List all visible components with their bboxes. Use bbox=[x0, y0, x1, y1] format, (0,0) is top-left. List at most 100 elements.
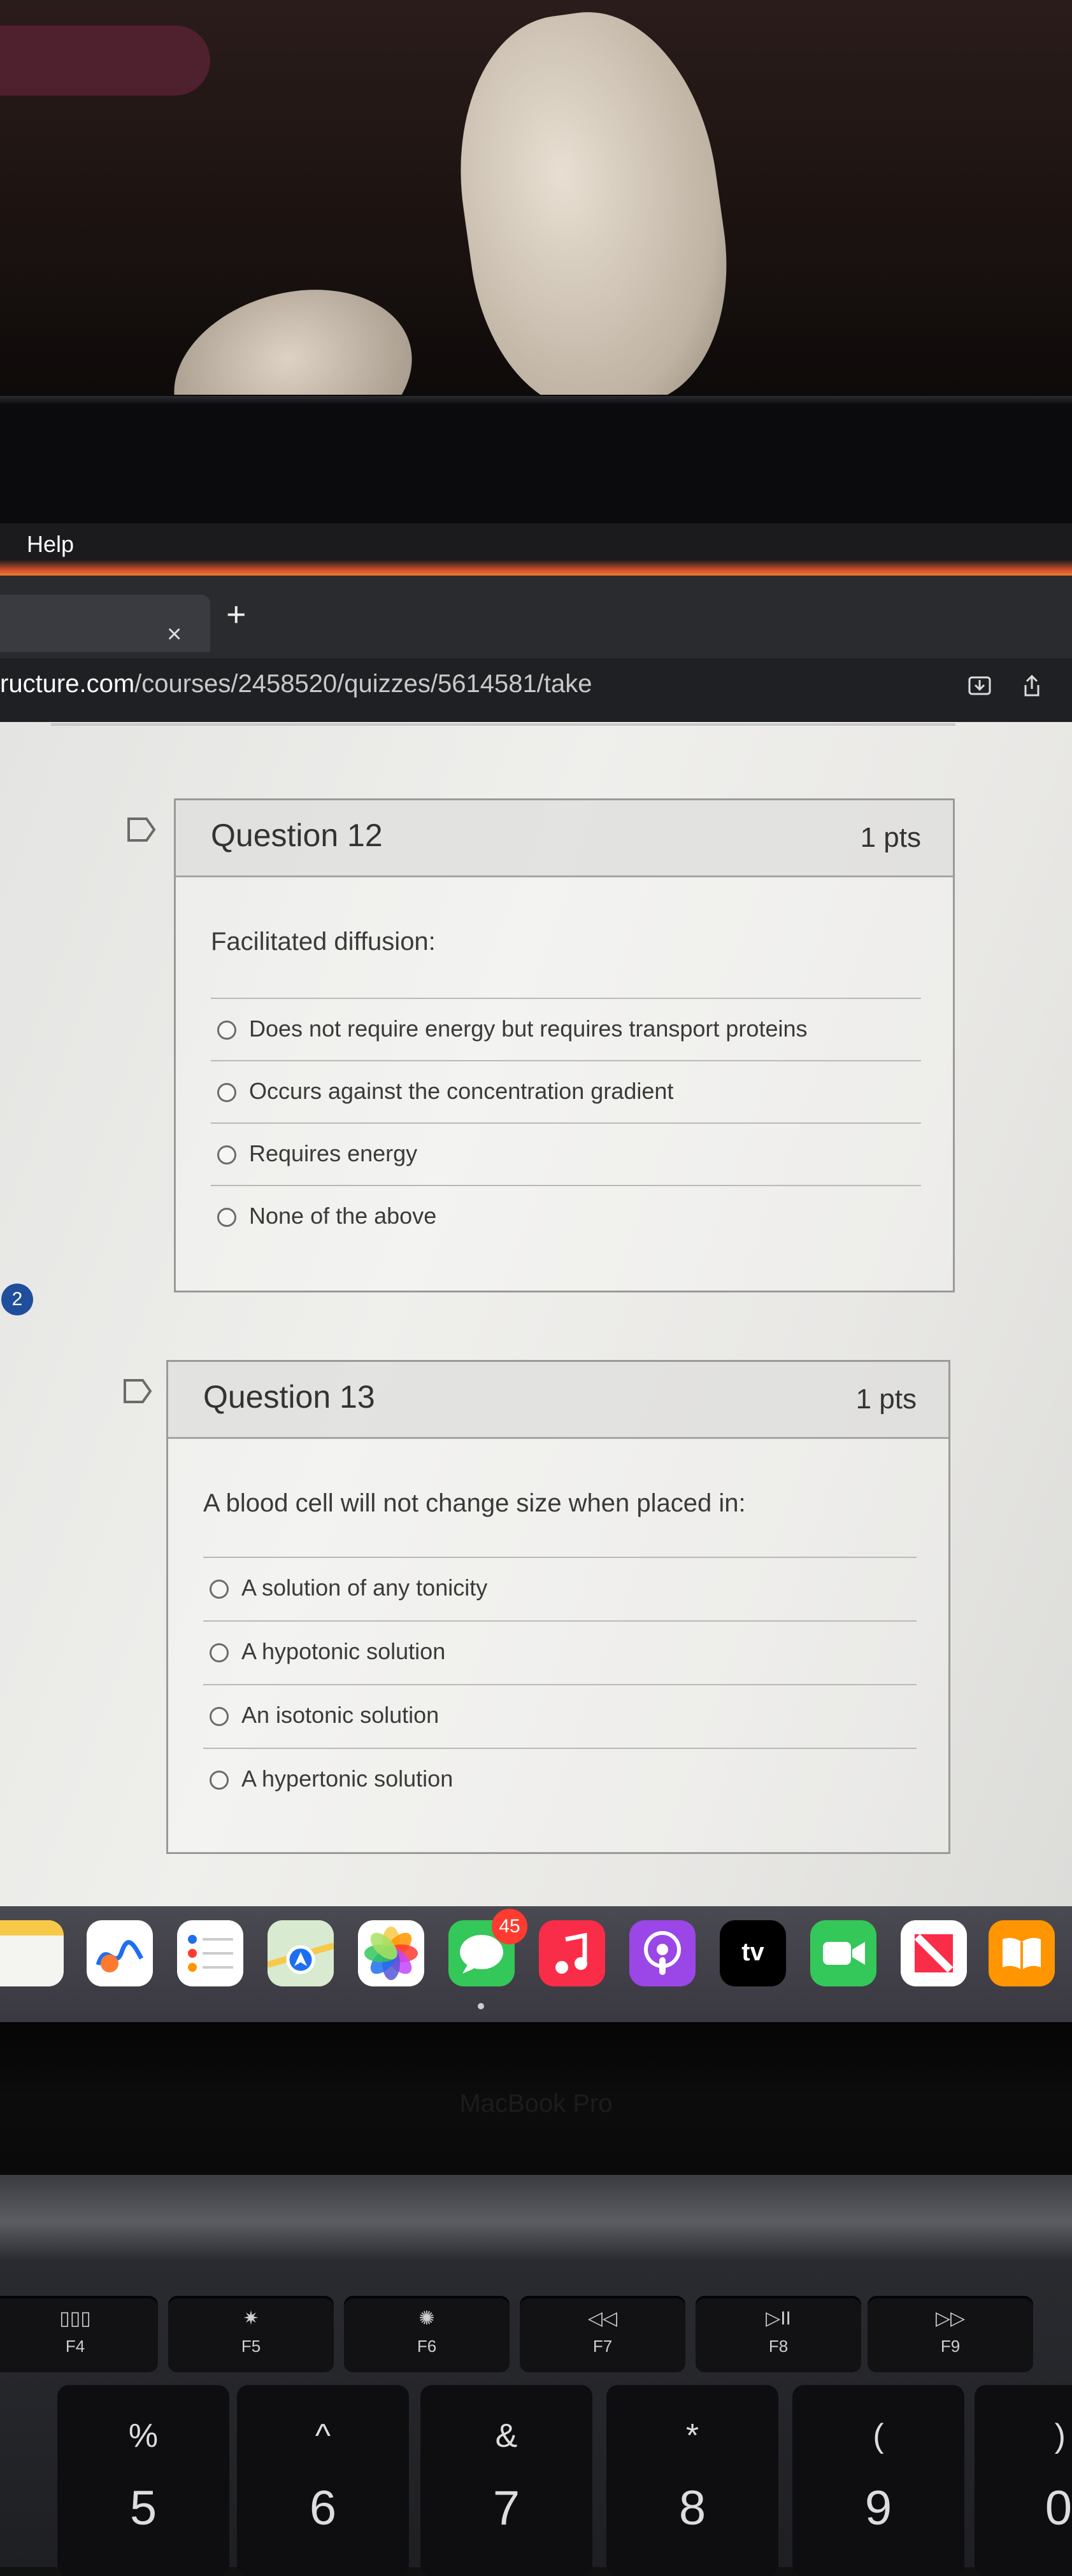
key-f9[interactable]: ▷▷ F9 bbox=[868, 2296, 1033, 2372]
question-header: Question 12 1 pts bbox=[176, 800, 953, 877]
question-card: Question 13 1 pts A blood cell will not … bbox=[166, 1360, 950, 1854]
question-points: 1 pts bbox=[860, 822, 921, 853]
key-label: F9 bbox=[940, 2337, 961, 2356]
url-domain: ructure.com bbox=[0, 670, 135, 698]
key-8[interactable]: * 8 bbox=[606, 2385, 778, 2576]
address-bar: ructure.com/courses/2458520/quizzes/5614… bbox=[0, 658, 1072, 722]
notification-badge[interactable]: 2 bbox=[1, 1284, 33, 1315]
answer-option[interactable]: Requires energy bbox=[211, 1122, 921, 1186]
flag-question-icon[interactable] bbox=[126, 816, 157, 843]
radio-button[interactable] bbox=[210, 1707, 229, 1726]
key-number: 0 bbox=[1045, 2481, 1072, 2535]
key-0[interactable]: ) 0 bbox=[975, 2385, 1072, 2576]
question-header: Question 13 1 pts bbox=[168, 1362, 948, 1439]
key-label: F5 bbox=[241, 2337, 261, 2356]
background-object bbox=[0, 25, 210, 96]
laptop-label: MacBook Pro bbox=[459, 2090, 613, 2118]
key-symbol: * bbox=[685, 2417, 699, 2454]
quiz-page: Question 12 1 pts Facilitated diffusion:… bbox=[0, 722, 1072, 1906]
reminders-icon[interactable] bbox=[177, 1920, 243, 1986]
answer-label: A solution of any tonicity bbox=[241, 1575, 488, 1601]
music-icon[interactable] bbox=[539, 1920, 605, 1986]
question-points: 1 pts bbox=[855, 1384, 917, 1415]
key-symbol: ^ bbox=[315, 2417, 331, 2454]
answer-option[interactable]: Does not require energy but requires tra… bbox=[211, 998, 921, 1061]
background-sock bbox=[154, 264, 432, 407]
key-symbol: % bbox=[128, 2417, 159, 2454]
rewind-icon: ◁◁ bbox=[587, 2308, 618, 2329]
key-f5[interactable]: ✷ F5 bbox=[168, 2296, 334, 2372]
notes-icon[interactable] bbox=[0, 1920, 64, 1986]
key-number: 8 bbox=[678, 2481, 706, 2535]
photos-icon[interactable] bbox=[358, 1920, 424, 1986]
key-f6[interactable]: ✺ F6 bbox=[344, 2296, 510, 2372]
key-6[interactable]: ^ 6 bbox=[237, 2385, 409, 2576]
answer-option[interactable]: A hypertonic solution bbox=[203, 1748, 917, 1811]
answer-label: A hypotonic solution bbox=[241, 1638, 446, 1664]
key-label: F8 bbox=[768, 2337, 789, 2356]
key-number: 9 bbox=[864, 2481, 892, 2535]
background-photo bbox=[0, 0, 1072, 407]
answer-label: Requires energy bbox=[249, 1140, 418, 1166]
running-indicator bbox=[478, 2003, 484, 2009]
laptop-chin: MacBook Pro bbox=[0, 2022, 1072, 2175]
question-title: Question 13 bbox=[203, 1379, 375, 1415]
new-tab-icon[interactable]: + bbox=[226, 595, 247, 634]
radio-button[interactable] bbox=[210, 1643, 229, 1662]
share-icon[interactable] bbox=[1019, 674, 1045, 699]
radio-button[interactable] bbox=[217, 1083, 236, 1102]
dock: 45 tv bbox=[0, 1906, 1072, 2022]
answer-label: Does not require energy but requires tra… bbox=[249, 1016, 808, 1042]
podcasts-icon[interactable] bbox=[629, 1920, 696, 1986]
key-label: F6 bbox=[417, 2337, 437, 2356]
browser-tab-bar: × + bbox=[0, 576, 1072, 658]
key-symbol: ) bbox=[1054, 2417, 1066, 2454]
key-f8[interactable]: ▷II F8 bbox=[696, 2296, 861, 2372]
freeform-icon[interactable] bbox=[87, 1920, 153, 1986]
answer-label: A hypertonic solution bbox=[241, 1766, 454, 1792]
answer-option[interactable]: An isotonic solution bbox=[203, 1684, 917, 1748]
keyboard-deck: ▯▯▯ F4 ✷ F5 ✺ F6 ◁◁ F7 ▷II F8 ▷▷ F9 % 5 … bbox=[0, 2175, 1072, 2576]
key-number: 5 bbox=[129, 2481, 157, 2535]
keyboard-brightness-up-icon: ✺ bbox=[418, 2308, 435, 2329]
key-f7[interactable]: ◁◁ F7 bbox=[520, 2296, 685, 2372]
key-label: F7 bbox=[592, 2337, 613, 2356]
answer-option[interactable]: A hypotonic solution bbox=[203, 1620, 917, 1684]
books-icon[interactable] bbox=[989, 1920, 1055, 1986]
key-symbol: ( bbox=[873, 2417, 884, 2454]
screen-bezel-edge bbox=[0, 396, 1072, 405]
play-pause-icon: ▷II bbox=[766, 2308, 791, 2329]
answer-label: Occurs against the concentration gradien… bbox=[249, 1078, 674, 1104]
answer-option[interactable]: Occurs against the concentration gradien… bbox=[211, 1060, 921, 1124]
radio-button[interactable] bbox=[217, 1021, 236, 1040]
key-9[interactable]: ( 9 bbox=[792, 2385, 964, 2576]
radio-button[interactable] bbox=[210, 1580, 229, 1599]
browser-tab[interactable]: × bbox=[0, 595, 210, 652]
key-f4[interactable]: ▯▯▯ F4 bbox=[0, 2296, 158, 2372]
facetime-icon[interactable] bbox=[810, 1920, 876, 1986]
menu-help[interactable]: Help bbox=[27, 531, 74, 558]
radio-button[interactable] bbox=[210, 1771, 229, 1790]
tv-label: tv bbox=[741, 1938, 764, 1966]
url-field[interactable]: ructure.com/courses/2458520/quizzes/5614… bbox=[0, 670, 592, 698]
key-5[interactable]: % 5 bbox=[57, 2385, 229, 2576]
fast-forward-icon: ▷▷ bbox=[935, 2308, 966, 2329]
answer-option[interactable]: A solution of any tonicity bbox=[203, 1557, 917, 1620]
install-app-icon[interactable] bbox=[967, 674, 992, 699]
radio-button[interactable] bbox=[217, 1145, 236, 1164]
flag-question-icon[interactable] bbox=[122, 1378, 153, 1405]
apple-tv-icon[interactable]: tv bbox=[720, 1920, 786, 1986]
close-tab-icon[interactable]: × bbox=[167, 620, 182, 649]
question-title: Question 12 bbox=[211, 817, 383, 853]
messages-badge: 45 bbox=[492, 1909, 527, 1944]
key-7[interactable]: & 7 bbox=[420, 2385, 592, 2576]
maps-icon[interactable] bbox=[268, 1920, 334, 1986]
radio-button[interactable] bbox=[217, 1208, 236, 1227]
menu-bar: Help bbox=[0, 523, 1072, 576]
key-label: F4 bbox=[65, 2337, 85, 2356]
news-icon[interactable] bbox=[901, 1920, 967, 1986]
answer-option[interactable]: None of the above bbox=[211, 1185, 921, 1249]
divider bbox=[51, 723, 955, 726]
question-text: A blood cell will not change size when p… bbox=[203, 1489, 746, 1517]
key-number: 6 bbox=[309, 2481, 337, 2535]
